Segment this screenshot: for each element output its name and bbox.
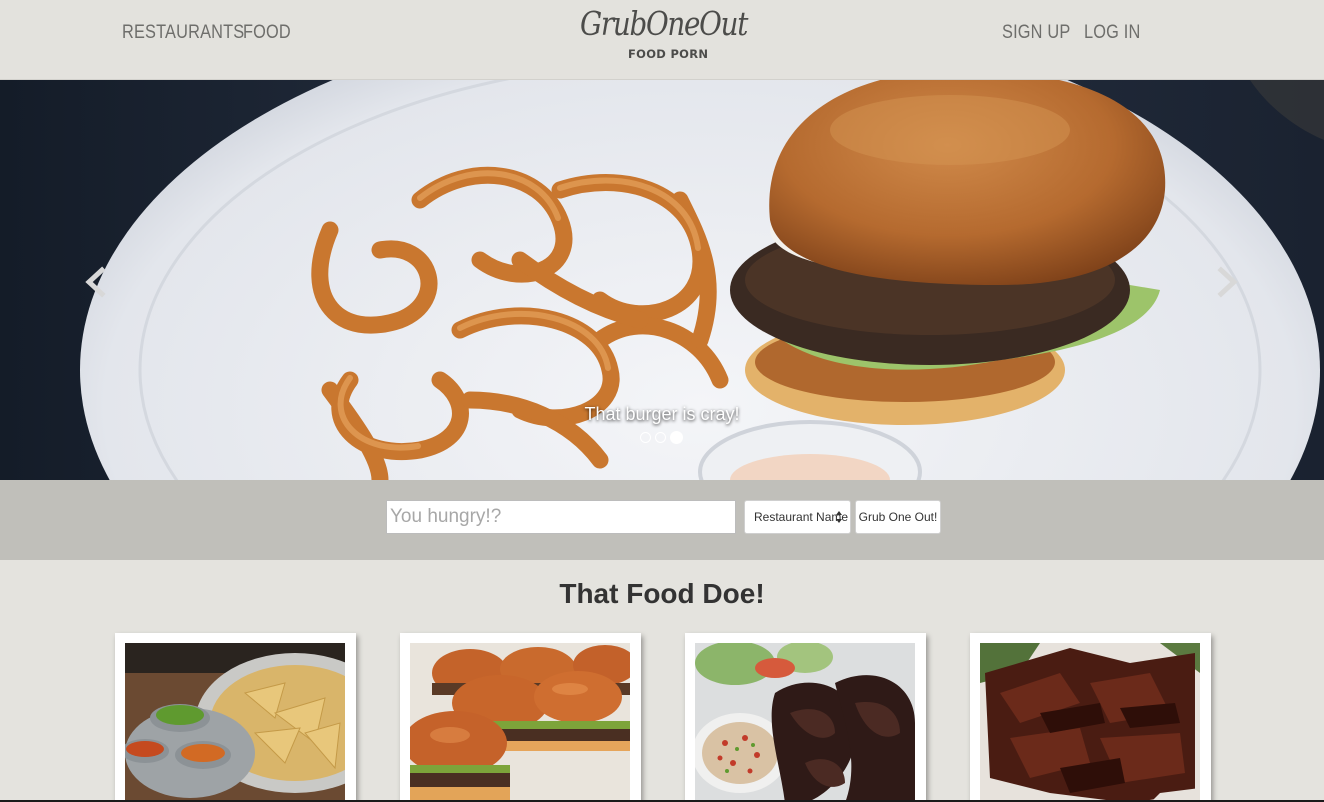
site-logo[interactable]: GrubOneOut FOOD PORN xyxy=(560,4,764,70)
carousel-next-button[interactable] xyxy=(1206,262,1246,302)
carousel-caption: That burger is cray! xyxy=(584,404,740,424)
carousel-indicator-3[interactable] xyxy=(670,430,683,444)
carousel-indicators xyxy=(640,430,683,444)
chevron-right-icon xyxy=(1217,266,1238,298)
burger-sliders-photo xyxy=(410,643,630,802)
select-caret-icon xyxy=(836,511,842,523)
nav-food-link[interactable]: FOOD xyxy=(243,22,291,44)
beef-jerky-photo xyxy=(980,643,1200,802)
search-type-selected: Restaurant Name xyxy=(754,510,849,524)
search-input[interactable] xyxy=(386,500,736,534)
carousel-indicator-1[interactable] xyxy=(640,431,651,443)
sign-up-link[interactable]: SIGN UP xyxy=(1002,22,1070,44)
logo-wordmark: GrubOneOut xyxy=(580,4,748,43)
carousel-prev-button[interactable] xyxy=(77,262,117,302)
food-card[interactable] xyxy=(400,633,641,802)
log-in-link[interactable]: LOG IN xyxy=(1084,22,1140,44)
food-card[interactable] xyxy=(970,633,1211,802)
food-card[interactable] xyxy=(685,633,926,802)
chevron-left-icon xyxy=(85,266,106,298)
section-title: That Food Doe! xyxy=(559,578,765,609)
search-bar: Restaurant Name Grub One Out! xyxy=(0,480,1324,560)
chips-and-salsa-photo xyxy=(125,643,345,802)
food-card[interactable] xyxy=(115,633,356,802)
carousel-indicator-2[interactable] xyxy=(655,431,666,443)
grilled-meat-with-salsa-photo xyxy=(695,643,915,802)
grub-one-out-button[interactable]: Grub One Out! xyxy=(855,500,941,534)
top-navbar: RESTAURANTS FOOD GrubOneOut FOOD PORN SI… xyxy=(0,0,1324,80)
logo-tagline: FOOD PORN xyxy=(628,47,709,61)
search-type-select[interactable]: Restaurant Name xyxy=(744,500,851,534)
hero-carousel: That burger is cray! xyxy=(0,80,1324,480)
nav-restaurants-link[interactable]: RESTAURANTS xyxy=(122,22,244,44)
